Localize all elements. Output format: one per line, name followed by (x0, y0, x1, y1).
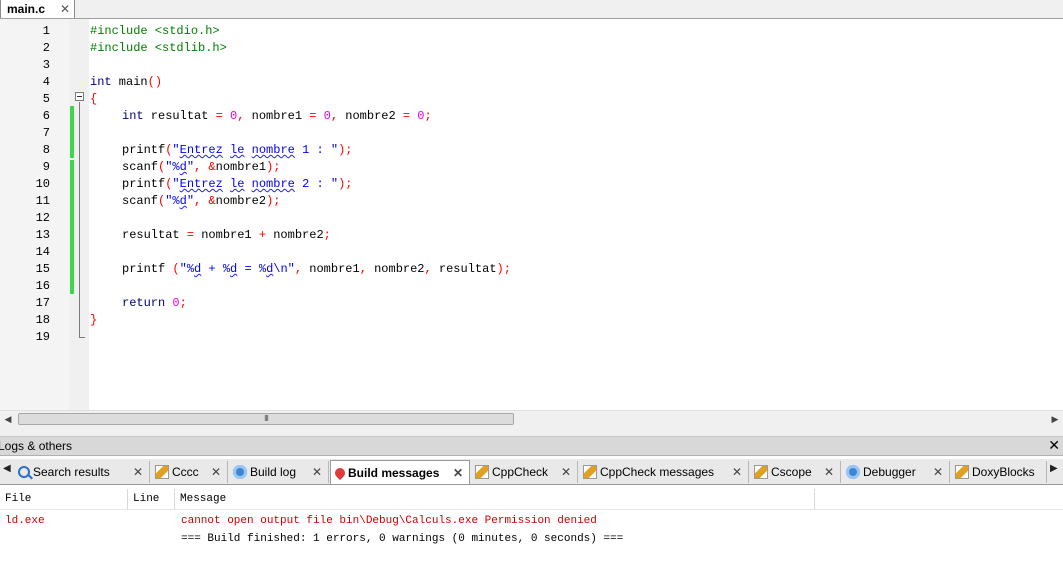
line-number: 6 (42, 109, 50, 123)
editor-tab-label: main.c (7, 2, 46, 16)
line-number: 19 (35, 330, 50, 344)
line-number: 8 (42, 143, 50, 157)
change-marker (70, 160, 74, 294)
code-line: scanf("%d", &nombre2); (122, 194, 281, 208)
row-file: ld.exe (5, 515, 45, 527)
tab-close-icon[interactable]: ✕ (824, 465, 834, 479)
fold-collapse-icon[interactable] (75, 92, 84, 101)
line-number: 17 (35, 296, 50, 310)
line-number: 3 (42, 58, 50, 72)
gear-icon (846, 465, 860, 479)
code-line: return 0; (122, 296, 187, 310)
panel-splitter[interactable] (0, 428, 1063, 437)
tab-label: CppCheck messages (600, 465, 715, 479)
line-number: 16 (35, 279, 50, 293)
line-number: 5 (42, 92, 50, 106)
code-line: #include <stdio.h> (90, 24, 220, 38)
code-line: { (90, 92, 98, 106)
tab-doxyblocks[interactable]: DoxyBlocks (951, 461, 1047, 483)
code-line: } (90, 313, 98, 327)
tab-cppcheck-messages[interactable]: CppCheck messages ✕ (579, 461, 749, 483)
pencil-icon (754, 465, 768, 479)
logs-panel-title: Logs & others (0, 439, 73, 453)
tab-label: Build log (250, 465, 297, 479)
logs-panel-close-icon[interactable]: ✕ (1048, 437, 1060, 454)
tab-label: Debugger (863, 465, 916, 479)
tab-cppcheck[interactable]: CppCheck ✕ (471, 461, 578, 483)
column-header-line[interactable]: Line (128, 489, 175, 509)
line-number-gutter: 1 2 3 4 5 6 7 8 9 10 11 12 13 14 15 16 1… (0, 19, 69, 410)
code-line: printf("Entrez le nombre 2 : "); (122, 177, 353, 191)
pencil-icon (583, 465, 597, 479)
scrollbar-thumb[interactable]: III (18, 413, 514, 425)
code-text[interactable]: #include <stdio.h> #include <stdlib.h> i… (90, 19, 1060, 410)
line-number: 4 (42, 75, 50, 89)
tab-close-icon[interactable]: ✕ (211, 465, 221, 479)
table-row[interactable]: ld.exe cannot open output file bin\Debug… (0, 512, 1063, 530)
pencil-icon (155, 465, 169, 479)
tab-label: Cscope (771, 465, 812, 479)
code-line: printf ("%d + %d = %d\n", nombre1, nombr… (122, 262, 511, 276)
logs-panel-header: Logs & others ✕ (0, 437, 1063, 456)
tab-build-messages[interactable]: Build messages ✕ (330, 460, 470, 484)
scroll-left-icon[interactable]: ◀ (0, 411, 16, 428)
tab-debugger[interactable]: Debugger ✕ (842, 461, 950, 483)
tab-label: Build messages (348, 465, 440, 480)
line-number: 2 (42, 41, 50, 55)
code-line: int resultat = 0, nombre1 = 0, nombre2 =… (122, 109, 432, 123)
tab-cccc[interactable]: Cccc ✕ (151, 461, 228, 483)
line-number: 7 (42, 126, 50, 140)
editor-tab-close-icon[interactable]: ✕ (60, 2, 70, 16)
change-marker (70, 106, 74, 158)
line-number: 1 (42, 24, 50, 38)
line-number: 12 (35, 211, 50, 225)
editor-tab-main-c[interactable]: main.c ✕ (0, 0, 75, 18)
tab-close-icon[interactable]: ✕ (133, 465, 143, 479)
table-row[interactable]: === Build finished: 1 errors, 0 warnings… (0, 530, 1063, 548)
editor-horizontal-scrollbar[interactable]: ◀ III ▶ (0, 410, 1063, 428)
tab-search-results[interactable]: Search results ✕ (14, 461, 150, 483)
pin-icon (332, 465, 348, 480)
tab-build-log[interactable]: Build log ✕ (229, 461, 329, 483)
pencil-icon (475, 465, 489, 479)
gear-icon (233, 465, 247, 479)
tab-close-icon[interactable]: ✕ (561, 465, 571, 479)
messages-table-header: File Line Message (0, 489, 1063, 510)
code-editor[interactable]: 1 2 3 4 5 6 7 8 9 10 11 12 13 14 15 16 1… (0, 19, 1063, 410)
tab-close-icon[interactable]: ✕ (933, 465, 943, 479)
tabs-scroll-left-icon[interactable]: ◀ (3, 463, 11, 474)
tabs-scroll-right-icon[interactable]: ▶ (1050, 463, 1058, 474)
line-number: 14 (35, 245, 50, 259)
line-number: 15 (35, 262, 50, 276)
fold-guide (79, 102, 80, 337)
line-number: 9 (42, 160, 50, 174)
row-message: === Build finished: 1 errors, 0 warnings… (181, 533, 624, 545)
tab-label: Search results (33, 465, 110, 479)
tab-close-icon[interactable]: ✕ (453, 466, 463, 480)
column-header-file[interactable]: File (0, 489, 128, 509)
line-number: 11 (35, 194, 50, 208)
tab-label: CppCheck (492, 465, 549, 479)
column-header-message[interactable]: Message (175, 489, 815, 509)
code-line: resultat = nombre1 + nombre2; (122, 228, 331, 242)
tab-label: DoxyBlocks (972, 465, 1035, 479)
line-number: 18 (35, 313, 50, 327)
tab-close-icon[interactable]: ✕ (732, 465, 742, 479)
code-line: int main() (90, 75, 163, 89)
line-number: 10 (35, 177, 50, 191)
fold-guide-end (79, 337, 85, 338)
row-message: cannot open output file bin\Debug\Calcul… (181, 515, 597, 527)
logs-tab-strip: ◀ Search results ✕ Cccc ✕ Build log ✕ Bu… (0, 459, 1063, 485)
code-line: scanf("%d", &nombre1); (122, 160, 281, 174)
pencil-icon (955, 465, 969, 479)
code-line: printf("Entrez le nombre 1 : "); (122, 143, 353, 157)
code-line: #include <stdlib.h> (90, 41, 227, 55)
tab-label: Cccc (172, 465, 199, 479)
search-icon (18, 466, 30, 478)
editor-tab-bar: main.c ✕ (0, 0, 1063, 19)
tab-close-icon[interactable]: ✕ (312, 465, 322, 479)
tab-cscope[interactable]: Cscope ✕ (750, 461, 841, 483)
line-number: 13 (35, 228, 50, 242)
scroll-right-icon[interactable]: ▶ (1047, 411, 1063, 428)
